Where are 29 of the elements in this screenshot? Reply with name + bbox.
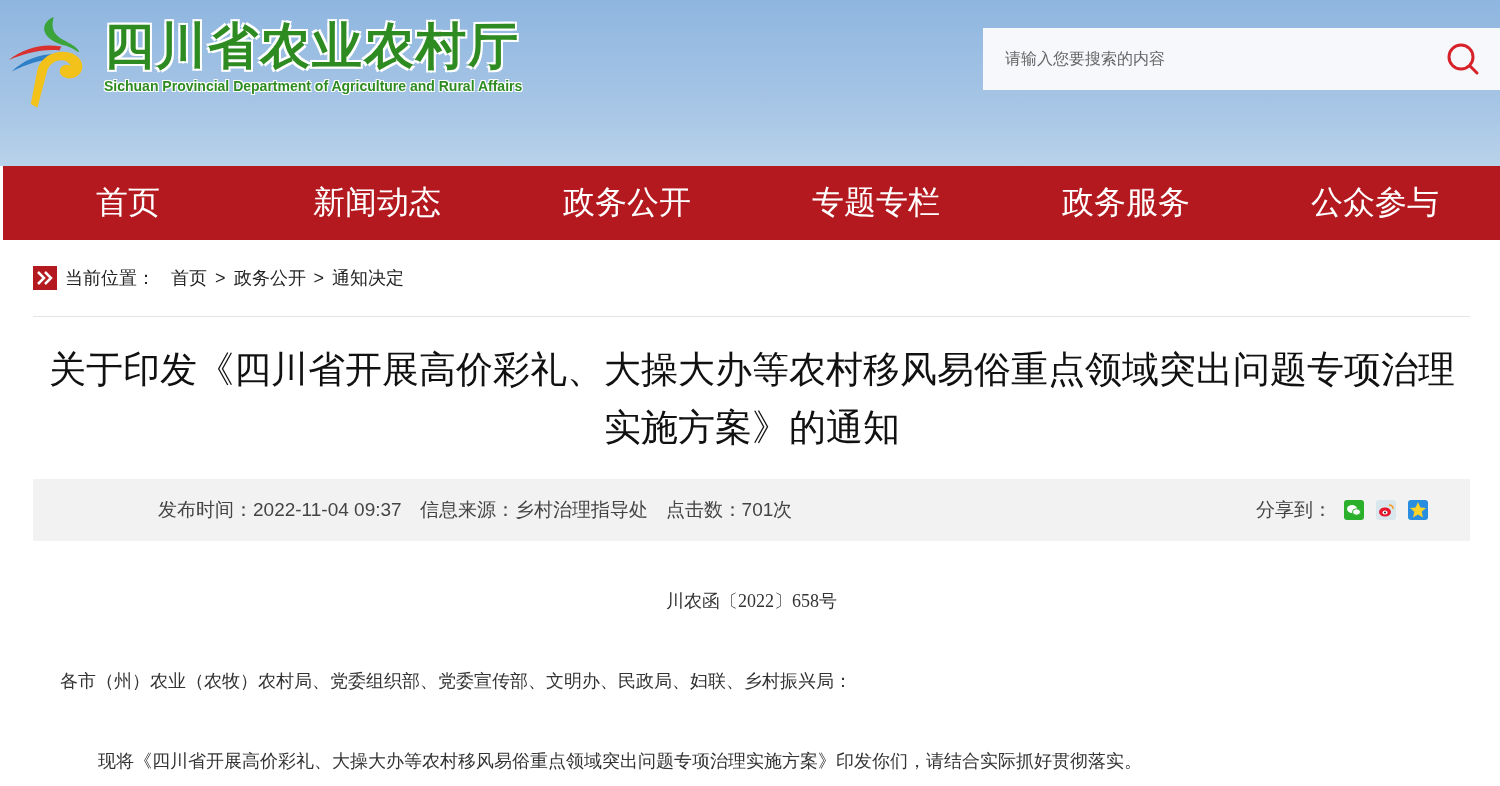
salutation-text: 各市（州）农业（农牧）农村局、党委组织部、党委宣传部、文明办、民政局、妇联、乡村振兴局： bbox=[60, 670, 853, 693]
meta-text: 信息来源：乡村治理指导处 bbox=[419, 498, 648, 522]
site-subtitle: Sichuan Provincial Department of Agriculture and Rural Affairs bbox=[104, 78, 523, 94]
nav-item[interactable]: 政务公开 bbox=[502, 166, 752, 240]
chat-bubbles-icon[interactable] bbox=[1344, 500, 1364, 520]
breadcrumb-link[interactable]: 政务公开 bbox=[233, 266, 306, 290]
site-title: 四川省农业农村厅 bbox=[104, 17, 521, 76]
document-number: 川农函〔2022〕658号 bbox=[665, 590, 838, 613]
body-paragraph: 现将《四川省开展高价彩礼、大操大办等农村移风易俗重点领域突出问题专项治理实施方案》印发你们，请结合实际抓好贯彻落实。 bbox=[98, 750, 1143, 773]
double-chevron-icon bbox=[33, 266, 57, 290]
breadcrumb-label: 当前位置： bbox=[65, 267, 155, 290]
meta-text: 点击数：701次 bbox=[665, 498, 793, 522]
nav-item[interactable]: 公众参与 bbox=[1250, 166, 1500, 240]
nav-item[interactable]: 专题专栏 bbox=[751, 166, 1001, 240]
meta-text: 发布时间：2022-11-04 09:37 bbox=[158, 498, 402, 522]
nav-item[interactable]: 新闻动态 bbox=[252, 166, 502, 240]
breadcrumb-link[interactable]: 通知决定 bbox=[332, 266, 405, 290]
nav-item[interactable]: 政务服务 bbox=[1001, 166, 1251, 240]
search-field[interactable]: 请输入您要搜索的内容 bbox=[1003, 49, 1407, 69]
eye-logo-icon[interactable] bbox=[1376, 500, 1396, 520]
search-box[interactable]: 请输入您要搜索的内容 bbox=[983, 28, 1500, 90]
breadcrumb-separator: > bbox=[215, 267, 226, 289]
share-label: 分享到： bbox=[1256, 498, 1332, 522]
breadcrumb-separator: > bbox=[313, 267, 325, 289]
article-title: 关于印发《四川省开展高价彩礼、大操大办等农村移风易俗重点领域突出问题专项治理实施方案》的通知 bbox=[47, 348, 1456, 450]
search-icon[interactable] bbox=[1446, 42, 1480, 76]
breadcrumb-link[interactable]: 首页 bbox=[171, 266, 207, 290]
star-icon[interactable] bbox=[1408, 500, 1428, 520]
nav-item[interactable]: 首页 bbox=[3, 166, 253, 240]
